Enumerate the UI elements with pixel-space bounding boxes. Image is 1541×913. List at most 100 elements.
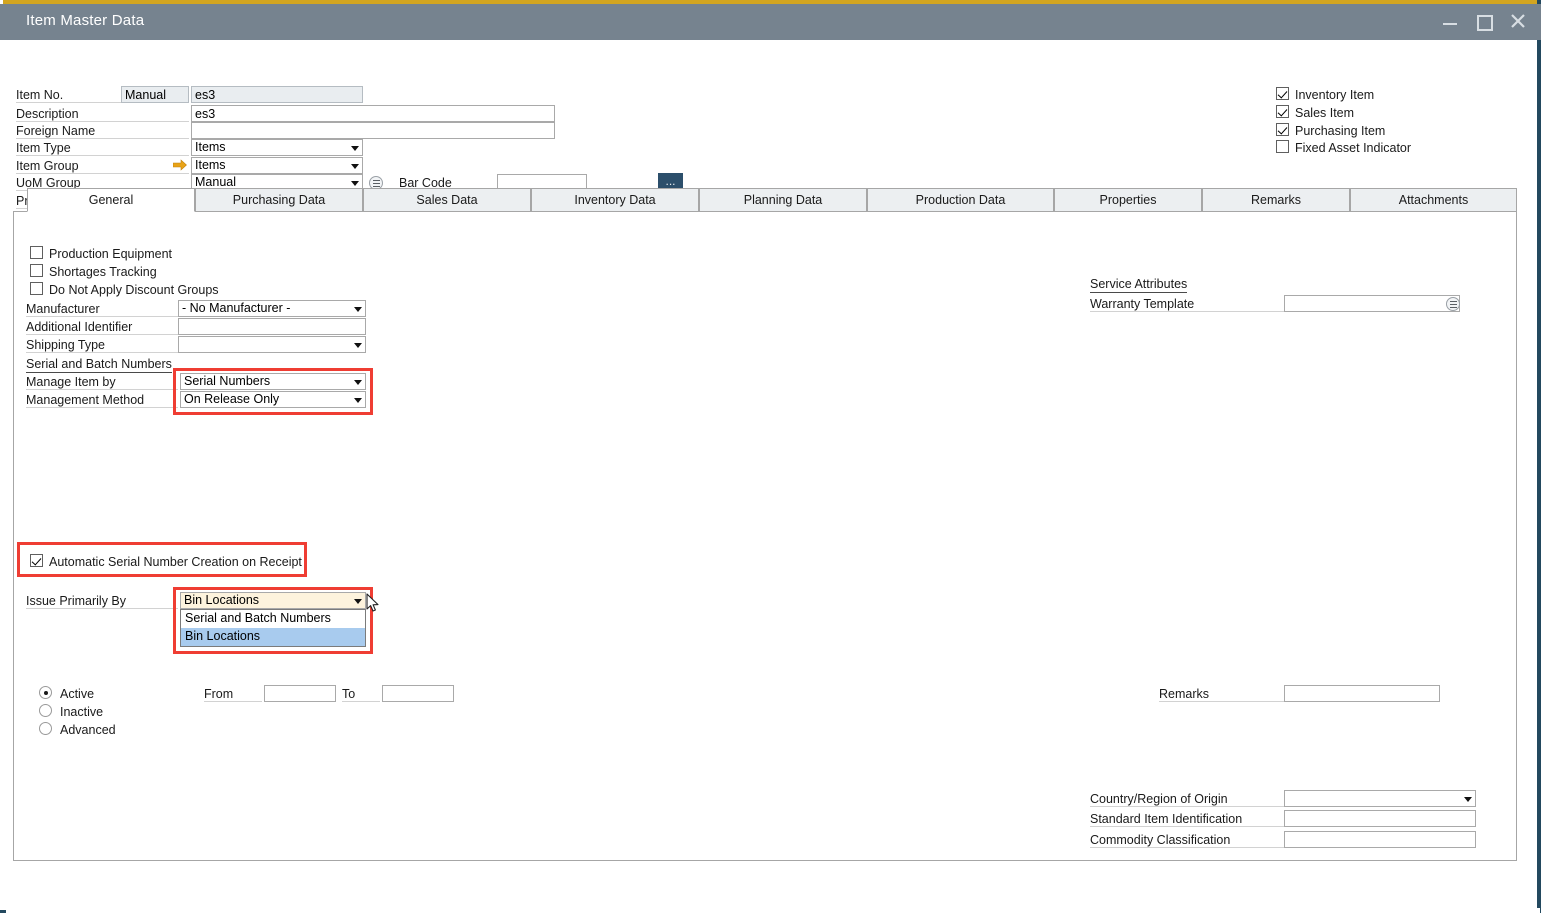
tab-attachments[interactable]: Attachments	[1350, 188, 1517, 212]
label-manage-item-by: Manage Item by	[26, 375, 178, 390]
uom-group-value: Manual	[195, 175, 236, 189]
label-description: Description	[16, 107, 189, 122]
label-sales-item: Sales Item	[1295, 106, 1355, 120]
tab-inventory-data[interactable]: Inventory Data	[531, 188, 699, 212]
label-purchasing-item: Purchasing Item	[1295, 124, 1386, 138]
item-type-combo[interactable]: Items	[191, 139, 363, 156]
label-additional-identifier: Additional Identifier	[26, 320, 178, 335]
chevron-down-icon	[354, 380, 362, 385]
chevron-down-icon	[354, 398, 362, 403]
window-right-border	[1537, 0, 1541, 913]
foreign-name-field[interactable]	[191, 122, 555, 139]
chevron-down-icon	[354, 599, 362, 604]
label-warranty-template: Warranty Template	[1090, 297, 1284, 312]
label-status-inactive: Inactive	[60, 705, 104, 719]
tab-sales-data[interactable]: Sales Data	[363, 188, 531, 212]
title-bar: Item Master Data	[0, 4, 1541, 40]
warranty-template-field[interactable]	[1284, 295, 1460, 312]
tab-properties[interactable]: Properties	[1054, 188, 1202, 212]
serial-batch-numbers-section-header: Serial and Batch Numbers	[26, 357, 172, 373]
issue-primarily-by-combo[interactable]: Bin Locations	[180, 592, 366, 609]
warranty-template-list-icon[interactable]	[1446, 297, 1460, 311]
chevron-down-icon	[351, 181, 359, 186]
shortages-tracking-checkbox[interactable]	[30, 264, 43, 277]
label-to: To	[342, 687, 380, 702]
header-form: Item No. Description Foreign Name Item T…	[3, 40, 1537, 209]
label-do-not-apply-discount-groups: Do Not Apply Discount Groups	[49, 283, 219, 297]
label-commodity-classification: Commodity Classification	[1090, 833, 1284, 848]
item-no-field[interactable]	[191, 86, 363, 103]
label-country-of-origin: Country/Region of Origin	[1090, 792, 1284, 807]
production-equipment-checkbox[interactable]	[30, 246, 43, 259]
management-method-combo[interactable]: On Release Only	[180, 391, 366, 408]
label-item-no: Item No.	[16, 88, 121, 103]
item-group-combo[interactable]: Items	[191, 157, 363, 174]
label-fixed-asset-indicator: Fixed Asset Indicator	[1295, 141, 1412, 155]
close-icon[interactable]	[1509, 12, 1527, 30]
description-field[interactable]	[191, 105, 555, 122]
inventory-item-checkbox[interactable]	[1276, 87, 1289, 100]
label-remarks: Remarks	[1159, 687, 1284, 702]
manage-item-by-combo[interactable]: Serial Numbers	[180, 373, 366, 390]
mouse-cursor-icon	[366, 593, 380, 616]
remarks-field[interactable]	[1284, 685, 1440, 702]
label-production-equipment: Production Equipment	[49, 247, 172, 261]
item-type-value: Items	[195, 140, 226, 154]
auto-serial-number-creation-checkbox[interactable]	[30, 554, 43, 567]
label-inventory-item: Inventory Item	[1295, 88, 1375, 102]
chevron-down-icon	[1464, 797, 1472, 802]
tab-production-data[interactable]: Production Data	[867, 188, 1054, 212]
do-not-apply-discount-groups-checkbox[interactable]	[30, 282, 43, 295]
item-master-data-window: Item Master Data Item No. Description Fo…	[0, 0, 1541, 913]
label-management-method: Management Method	[26, 393, 178, 408]
manage-item-by-value: Serial Numbers	[184, 374, 271, 388]
label-item-type: Item Type	[16, 141, 189, 156]
valid-from-field[interactable]	[264, 685, 336, 702]
label-status-active: Active	[60, 687, 95, 701]
window-body: Item No. Description Foreign Name Item T…	[3, 40, 1540, 913]
country-of-origin-combo[interactable]	[1284, 790, 1476, 807]
status-advanced-radio[interactable]	[39, 722, 52, 735]
label-foreign-name: Foreign Name	[16, 124, 189, 139]
status-inactive-radio[interactable]	[39, 704, 52, 717]
service-attributes-section-header: Service Attributes	[1090, 277, 1188, 293]
tab-planning-data[interactable]: Planning Data	[699, 188, 867, 212]
tab-general[interactable]: General	[27, 188, 195, 212]
tab-bar: General Purchasing Data Sales Data Inven…	[13, 188, 1517, 212]
item-no-numbering-field[interactable]	[121, 86, 189, 103]
dropdown-option-bin-locations[interactable]: Bin Locations	[181, 628, 365, 646]
fixed-asset-indicator-checkbox[interactable]	[1276, 140, 1289, 153]
footer-bar: OK Cancel	[6, 908, 1540, 913]
issue-primarily-by-value: Bin Locations	[184, 593, 260, 607]
standard-item-identification-field[interactable]	[1284, 810, 1476, 827]
label-standard-item-identification: Standard Item Identification	[1090, 812, 1284, 827]
manufacturer-value: - No Manufacturer -	[182, 301, 291, 315]
commodity-classification-field[interactable]	[1284, 831, 1476, 848]
sales-item-checkbox[interactable]	[1276, 105, 1289, 118]
tab-remarks[interactable]: Remarks	[1202, 188, 1350, 212]
chevron-down-icon	[351, 146, 359, 151]
link-arrow-icon[interactable]	[173, 159, 187, 171]
maximize-icon[interactable]	[1475, 12, 1493, 31]
label-status-advanced: Advanced	[60, 723, 116, 737]
purchasing-item-checkbox[interactable]	[1276, 123, 1289, 136]
issue-primarily-by-dropdown-list[interactable]: Serial and Batch Numbers Bin Locations	[180, 609, 366, 647]
manufacturer-combo[interactable]: - No Manufacturer -	[178, 300, 366, 317]
dropdown-option-serial-and-batch-numbers[interactable]: Serial and Batch Numbers	[181, 610, 365, 628]
chevron-down-icon	[354, 343, 362, 348]
label-item-group: Item Group	[16, 159, 189, 174]
shipping-type-combo[interactable]	[178, 336, 366, 353]
window-title: Item Master Data	[26, 12, 145, 29]
valid-to-field[interactable]	[382, 685, 454, 702]
label-from: From	[204, 687, 262, 702]
item-group-value: Items	[195, 158, 226, 172]
management-method-value: On Release Only	[184, 392, 280, 406]
tab-purchasing-data[interactable]: Purchasing Data	[195, 188, 363, 212]
label-shipping-type: Shipping Type	[26, 338, 178, 353]
general-tab-panel: Production Equipment Shortages Tracking …	[13, 211, 1517, 861]
additional-identifier-field[interactable]	[178, 318, 366, 335]
status-active-radio[interactable]	[39, 686, 52, 699]
chevron-down-icon	[351, 164, 359, 169]
label-shortages-tracking: Shortages Tracking	[49, 265, 157, 279]
minimize-icon[interactable]	[1441, 12, 1459, 30]
